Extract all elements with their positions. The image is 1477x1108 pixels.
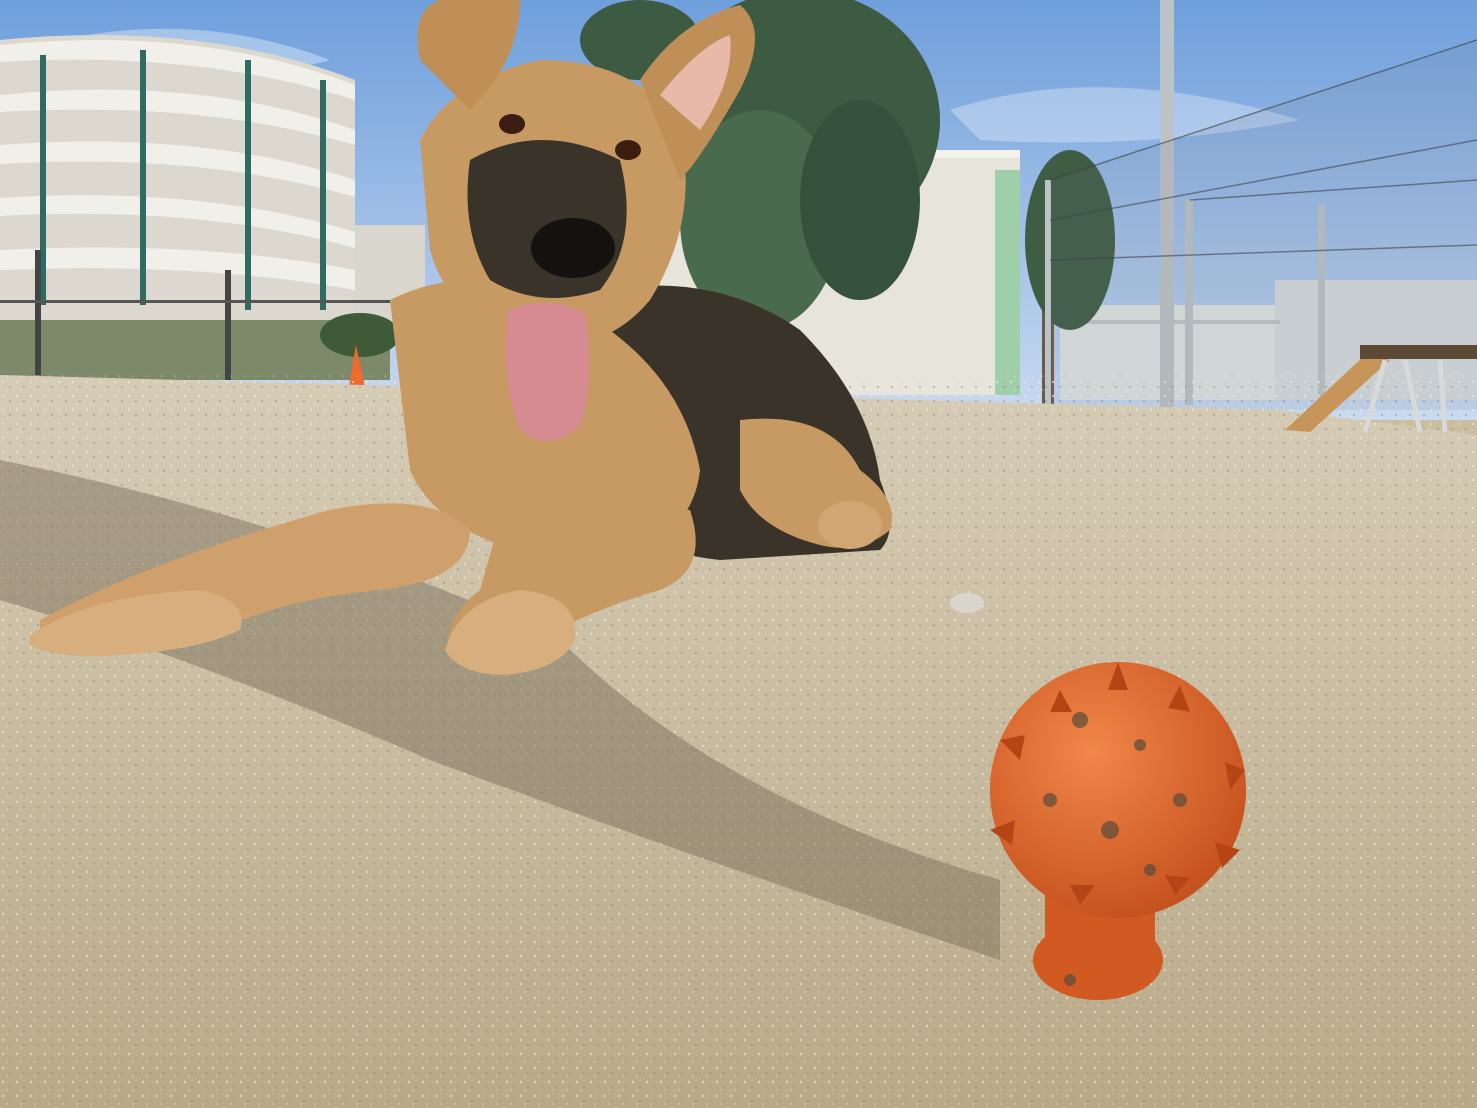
photo-scene [0,0,1477,1108]
dog-tongue [505,302,589,442]
photo-canvas [0,0,1477,1108]
dog-eye [615,140,641,160]
pebble [950,593,984,613]
dog-eye [499,114,525,134]
parking-garage [0,35,355,320]
dog-nose [531,218,615,278]
